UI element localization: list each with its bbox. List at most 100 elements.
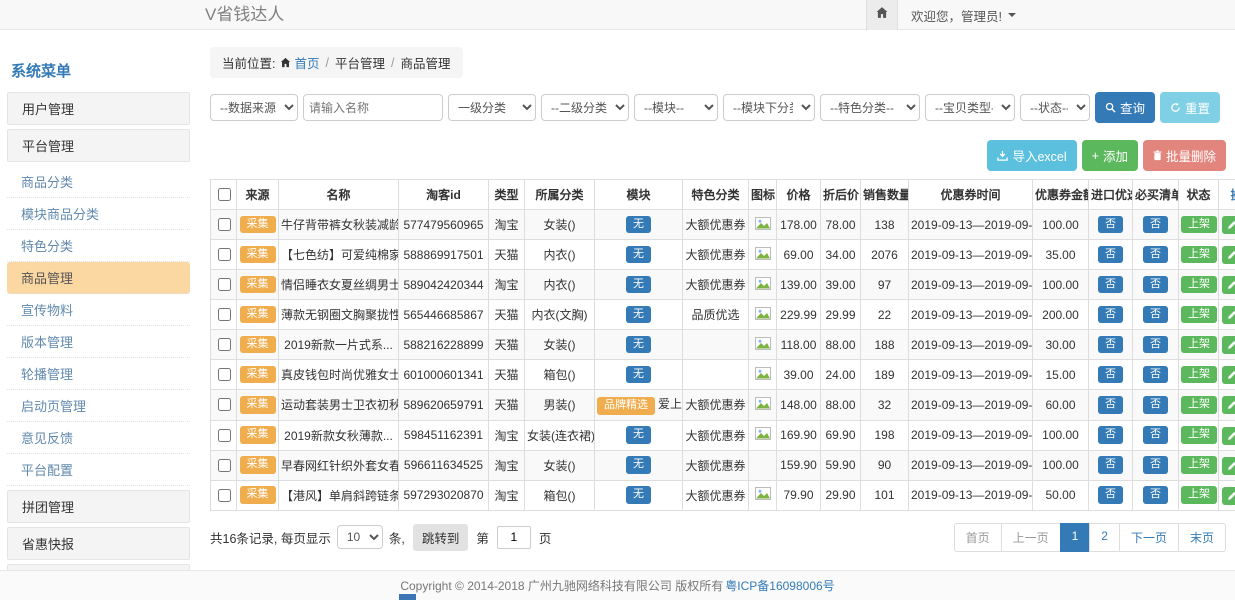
import-select-toggle[interactable]: 否: [1098, 276, 1123, 294]
edit-button[interactable]: [1222, 216, 1235, 234]
name-search-input[interactable]: [303, 94, 443, 121]
edit-button[interactable]: [1222, 306, 1235, 324]
pager-item[interactable]: 上一页: [1001, 523, 1061, 552]
row-checkbox[interactable]: [218, 338, 231, 351]
add-button[interactable]: + 添加: [1082, 140, 1138, 171]
edit-button[interactable]: [1222, 336, 1235, 354]
sidebar-group-item[interactable]: 平台管理: [7, 129, 190, 162]
import-select-toggle[interactable]: 否: [1098, 486, 1123, 504]
import-select-toggle[interactable]: 否: [1098, 306, 1123, 324]
status-toggle[interactable]: 上架: [1181, 426, 1217, 444]
pager-item[interactable]: 首页: [954, 523, 1002, 552]
import-select-toggle[interactable]: 否: [1098, 396, 1123, 414]
status-toggle[interactable]: 上架: [1181, 396, 1217, 414]
pager-item[interactable]: 1: [1060, 523, 1091, 552]
import-excel-button[interactable]: 导入excel: [987, 140, 1076, 171]
row-checkbox[interactable]: [218, 248, 231, 261]
status-toggle[interactable]: 上架: [1181, 276, 1217, 294]
row-checkbox[interactable]: [218, 429, 231, 442]
status-toggle[interactable]: 上架: [1181, 366, 1217, 384]
must-buy-toggle[interactable]: 否: [1143, 366, 1168, 384]
user-menu[interactable]: 欢迎您，管理员!: [911, 6, 1016, 25]
import-select-toggle[interactable]: 否: [1098, 426, 1123, 444]
must-buy-cell: 否: [1133, 420, 1179, 450]
page-number-input[interactable]: [497, 526, 531, 549]
level2-category-select[interactable]: --二级分类--: [541, 94, 629, 121]
import-select-toggle[interactable]: 否: [1098, 456, 1123, 474]
item-type-select[interactable]: --宝贝类型--: [925, 94, 1015, 121]
edit-button[interactable]: [1222, 487, 1235, 505]
sidebar-group-item[interactable]: 省惠快报: [7, 527, 190, 560]
sidebar-submenu-item[interactable]: 平台配置: [7, 454, 190, 486]
row-checkbox[interactable]: [218, 459, 231, 472]
status-toggle[interactable]: 上架: [1181, 456, 1217, 474]
must-buy-toggle[interactable]: 否: [1143, 486, 1168, 504]
row-checkbox[interactable]: [218, 489, 231, 502]
row-checkbox[interactable]: [218, 308, 231, 321]
coupon-time: 2019-09-13—2019-09-19: [909, 330, 1033, 360]
status-toggle[interactable]: 上架: [1181, 486, 1217, 504]
breadcrumb-item-platform[interactable]: 平台管理: [335, 53, 385, 72]
sidebar-submenu-item[interactable]: 意见反馈: [7, 422, 190, 454]
must-buy-toggle[interactable]: 否: [1143, 306, 1168, 324]
per-page-select[interactable]: 10: [337, 525, 383, 549]
column-header: 特色分类: [683, 180, 749, 210]
query-button[interactable]: 查询: [1095, 92, 1155, 123]
sidebar-group-item[interactable]: 拼团管理: [7, 490, 190, 523]
row-checkbox[interactable]: [218, 278, 231, 291]
breadcrumb-home-link[interactable]: 首页: [294, 53, 319, 72]
import-select-toggle[interactable]: 否: [1098, 336, 1123, 354]
module-subcategory-select[interactable]: --模块下分类--: [723, 94, 815, 121]
price: 139.00: [777, 270, 821, 300]
reset-button[interactable]: 重置: [1160, 92, 1220, 123]
sidebar-submenu-item[interactable]: 轮播管理: [7, 358, 190, 390]
pager-item[interactable]: 下一页: [1119, 523, 1179, 552]
must-buy-toggle[interactable]: 否: [1143, 396, 1168, 414]
jump-button[interactable]: 跳转到: [413, 524, 469, 551]
data-source-select[interactable]: --数据来源--: [210, 94, 298, 121]
import-select-toggle[interactable]: 否: [1098, 366, 1123, 384]
pager-item[interactable]: 末页: [1178, 523, 1226, 552]
status-toggle[interactable]: 上架: [1181, 246, 1217, 264]
sidebar-submenu-item[interactable]: 启动页管理: [7, 390, 190, 422]
must-buy-toggle[interactable]: 否: [1143, 426, 1168, 444]
icp-link[interactable]: 粤ICP备16098006号: [725, 577, 834, 594]
edit-button[interactable]: [1222, 366, 1235, 384]
level1-category-select[interactable]: 一级分类: [448, 94, 536, 121]
must-buy-toggle[interactable]: 否: [1143, 276, 1168, 294]
edit-button[interactable]: [1222, 427, 1235, 445]
import-select-toggle[interactable]: 否: [1098, 216, 1123, 234]
must-buy-toggle[interactable]: 否: [1143, 336, 1168, 354]
must-buy-toggle[interactable]: 否: [1143, 246, 1168, 264]
status-select[interactable]: --状态--: [1020, 94, 1090, 121]
home-button[interactable]: [866, 0, 898, 30]
select-all-checkbox[interactable]: [218, 188, 231, 201]
feature-category-select[interactable]: --特色分类--: [820, 94, 920, 121]
edit-button[interactable]: [1222, 396, 1235, 414]
row-checkbox[interactable]: [218, 218, 231, 231]
edit-button[interactable]: [1222, 246, 1235, 264]
must-buy-toggle[interactable]: 否: [1143, 456, 1168, 474]
sidebar-submenu-item[interactable]: 版本管理: [7, 326, 190, 358]
edit-button[interactable]: [1222, 276, 1235, 294]
batch-delete-button[interactable]: 批量删除: [1143, 140, 1226, 171]
status-toggle[interactable]: 上架: [1181, 216, 1217, 234]
status-toggle[interactable]: 上架: [1181, 336, 1217, 354]
breadcrumb: 当前位置: 首页 / 平台管理 / 商品管理: [210, 47, 463, 78]
sidebar-submenu-item[interactable]: 宣传物料: [7, 294, 190, 326]
row-checkbox[interactable]: [218, 398, 231, 411]
edit-button[interactable]: [1222, 457, 1235, 475]
sidebar-group-item[interactable]: 用户管理: [7, 92, 190, 125]
sidebar-submenu-item[interactable]: 模块商品分类: [7, 198, 190, 230]
module-select[interactable]: --模块--: [634, 94, 718, 121]
product-name: 情侣睡衣女夏丝绸男士...: [279, 270, 399, 300]
import-select-cell: 否: [1089, 450, 1133, 480]
row-checkbox[interactable]: [218, 368, 231, 381]
status-toggle[interactable]: 上架: [1181, 306, 1217, 324]
sidebar-submenu-item[interactable]: 特色分类: [7, 230, 190, 262]
must-buy-toggle[interactable]: 否: [1143, 216, 1168, 234]
pager-item[interactable]: 2: [1089, 523, 1120, 552]
sidebar-submenu-item[interactable]: 商品分类: [7, 166, 190, 198]
sidebar-submenu-item[interactable]: 商品管理: [7, 262, 190, 294]
import-select-toggle[interactable]: 否: [1098, 246, 1123, 264]
